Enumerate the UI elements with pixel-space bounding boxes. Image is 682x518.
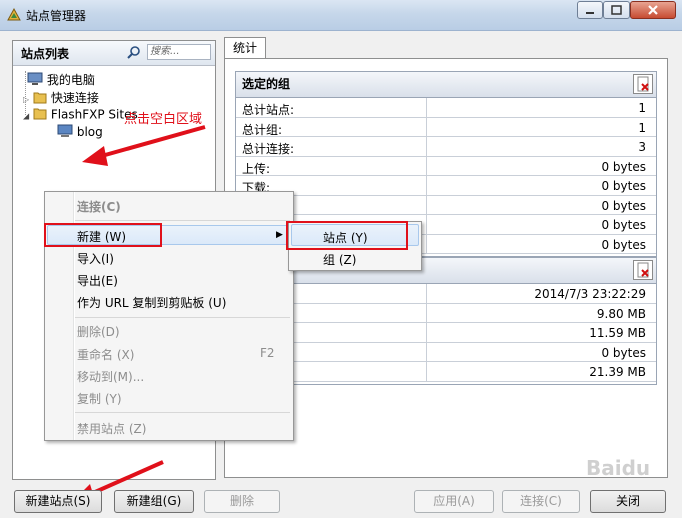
submenu-arrow-icon: ▶ xyxy=(276,230,283,240)
highlight-box-site xyxy=(286,221,408,250)
stat-row: 9.80 MB xyxy=(236,303,656,323)
new-site-button[interactable]: 新建站点(S) xyxy=(14,490,102,513)
delete-button[interactable]: 删除 xyxy=(204,490,280,513)
clear-icon xyxy=(637,76,649,92)
stat-row: 总计组: 1 xyxy=(236,117,656,137)
clear-stats-button[interactable] xyxy=(633,260,653,280)
stat-row: 11.59 MB xyxy=(236,323,656,343)
menu-item-copy[interactable]: 复制 (Y) xyxy=(77,390,122,407)
clear-stats-button[interactable] xyxy=(633,74,653,94)
highlight-box-new xyxy=(44,223,162,247)
menu-item-disable-site[interactable]: 禁用站点 (Z) xyxy=(77,420,146,437)
connect-button[interactable]: 连接(C) xyxy=(502,490,580,513)
menu-item-export[interactable]: 导出(E) xyxy=(77,272,118,289)
second-group-box: 2014/7/3 23:22:29 9.80 MB 11.59 MB 0 byt… xyxy=(235,257,657,385)
menu-item-delete[interactable]: 删除(D) xyxy=(77,323,120,340)
submenu-item-group[interactable]: 组 (Z) xyxy=(323,251,356,268)
close-button[interactable]: 关闭 xyxy=(590,490,666,513)
menu-item-rename[interactable]: 重命名 (X) xyxy=(77,346,134,363)
new-group-button[interactable]: 新建组(G) xyxy=(114,490,194,513)
apply-button[interactable]: 应用(A) xyxy=(414,490,494,513)
stat-row: 2014/7/3 23:22:29 xyxy=(236,284,656,304)
stat-row: 21.39 MB xyxy=(236,362,656,382)
menu-separator xyxy=(75,412,290,413)
menu-item-import[interactable]: 导入(I) xyxy=(77,250,114,267)
menu-item-move[interactable]: 移动到(M)... xyxy=(77,368,144,385)
stat-row: 0 bytes xyxy=(236,195,656,215)
menu-item-copy-url[interactable]: 作为 URL 复制到剪贴板 (U) xyxy=(77,294,226,311)
stat-row: 上传: 0 bytes xyxy=(236,156,656,176)
arrow-icon xyxy=(82,125,206,166)
menu-item-connect[interactable]: 连接(C) xyxy=(77,198,121,215)
stat-row: 下载: 0 bytes xyxy=(236,176,656,196)
stat-row: 总计连接: 3 xyxy=(236,137,656,157)
menu-separator xyxy=(75,220,290,221)
selected-group-title: 选定的组 xyxy=(236,72,656,98)
watermark: Baidu xyxy=(586,456,651,480)
rename-shortcut: F2 xyxy=(260,346,275,360)
menu-separator xyxy=(75,317,290,318)
stat-row: 总计站点: 1 xyxy=(236,98,656,118)
tab-statistics[interactable]: 统计 xyxy=(224,37,266,59)
clear-icon xyxy=(637,262,649,278)
stat-row: 0 bytes xyxy=(236,342,656,362)
